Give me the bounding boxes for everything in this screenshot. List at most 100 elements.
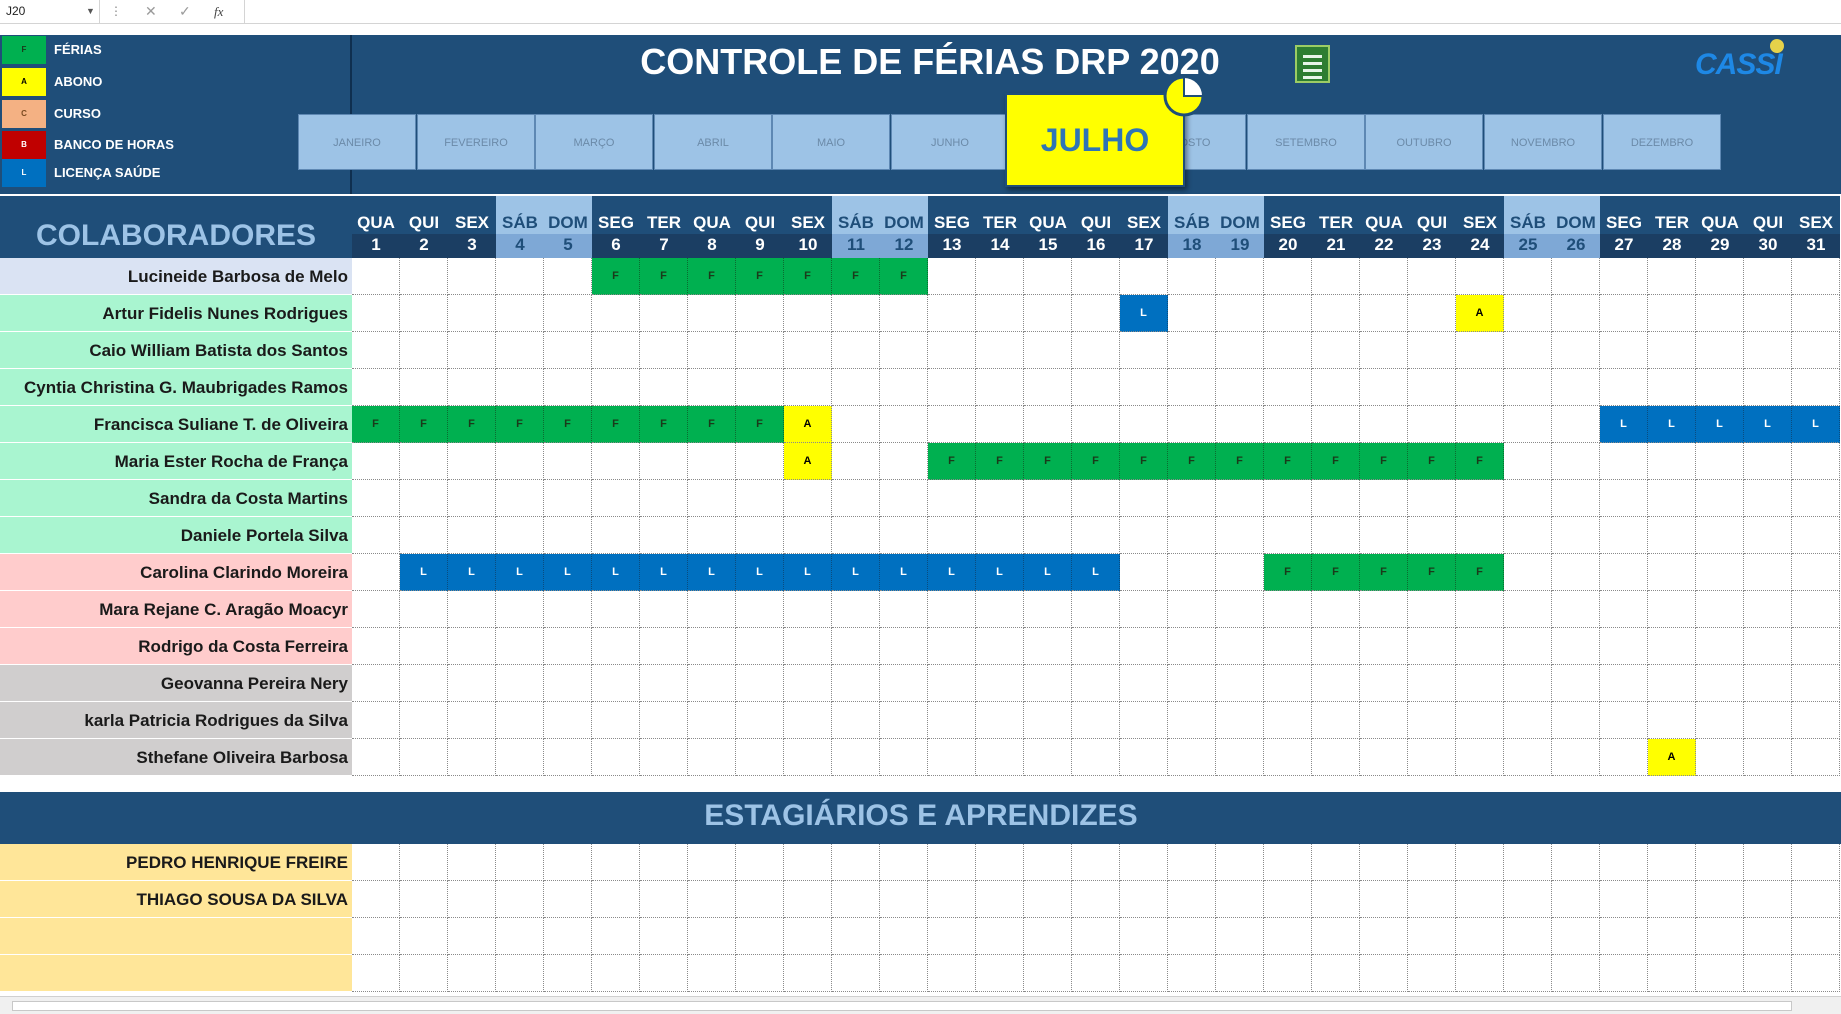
schedule-cell[interactable] xyxy=(352,554,400,591)
schedule-cell[interactable] xyxy=(448,443,496,480)
schedule-cell[interactable] xyxy=(1312,332,1360,369)
schedule-cell[interactable] xyxy=(1312,844,1360,881)
schedule-cell[interactable] xyxy=(1408,918,1456,955)
schedule-cell[interactable] xyxy=(688,332,736,369)
schedule-cell[interactable] xyxy=(1600,295,1648,332)
schedule-cell[interactable] xyxy=(1648,517,1696,554)
schedule-cell[interactable] xyxy=(1312,665,1360,702)
schedule-cell[interactable] xyxy=(1648,628,1696,665)
schedule-cell[interactable] xyxy=(1264,295,1312,332)
schedule-cell[interactable] xyxy=(1552,881,1600,918)
schedule-cell[interactable] xyxy=(1408,628,1456,665)
schedule-cell[interactable] xyxy=(640,443,688,480)
employee-name[interactable]: Mara Rejane C. Aragão Moacyr xyxy=(0,591,352,628)
schedule-cell[interactable] xyxy=(1504,628,1552,665)
schedule-cell[interactable]: L xyxy=(784,554,832,591)
schedule-cell[interactable] xyxy=(496,628,544,665)
schedule-cell[interactable]: A xyxy=(1456,295,1504,332)
schedule-cell[interactable]: L xyxy=(1696,406,1744,443)
schedule-cell[interactable] xyxy=(1264,480,1312,517)
schedule-cell[interactable] xyxy=(640,480,688,517)
schedule-cell[interactable] xyxy=(448,258,496,295)
schedule-cell[interactable] xyxy=(1792,918,1840,955)
schedule-cell[interactable] xyxy=(1504,258,1552,295)
schedule-cell[interactable] xyxy=(880,881,928,918)
schedule-cell[interactable] xyxy=(976,480,1024,517)
schedule-cell[interactable] xyxy=(544,332,592,369)
schedule-cell[interactable] xyxy=(1408,844,1456,881)
schedule-cell[interactable] xyxy=(1312,591,1360,628)
schedule-cell[interactable] xyxy=(688,702,736,739)
schedule-cell[interactable] xyxy=(1312,881,1360,918)
schedule-cell[interactable] xyxy=(1552,918,1600,955)
schedule-cell[interactable]: L xyxy=(592,554,640,591)
schedule-cell[interactable]: F xyxy=(1072,443,1120,480)
schedule-cell[interactable] xyxy=(1648,918,1696,955)
schedule-cell[interactable] xyxy=(448,628,496,665)
schedule-cell[interactable] xyxy=(1168,332,1216,369)
schedule-cell[interactable]: A xyxy=(784,443,832,480)
schedule-cell[interactable] xyxy=(928,332,976,369)
schedule-cell[interactable] xyxy=(1168,665,1216,702)
schedule-cell[interactable] xyxy=(880,406,928,443)
schedule-cell[interactable] xyxy=(1696,702,1744,739)
employee-name[interactable]: Sandra da Costa Martins xyxy=(0,480,352,517)
schedule-cell[interactable]: F xyxy=(1408,554,1456,591)
schedule-cell[interactable] xyxy=(1168,406,1216,443)
schedule-cell[interactable] xyxy=(1216,665,1264,702)
schedule-cell[interactable] xyxy=(688,480,736,517)
employee-name[interactable]: Maria Ester Rocha de França xyxy=(0,443,352,480)
schedule-cell[interactable] xyxy=(1312,406,1360,443)
schedule-cell[interactable] xyxy=(736,844,784,881)
schedule-cell[interactable] xyxy=(1696,332,1744,369)
schedule-cell[interactable] xyxy=(1408,406,1456,443)
schedule-cell[interactable] xyxy=(1120,517,1168,554)
schedule-cell[interactable] xyxy=(1696,554,1744,591)
schedule-cell[interactable] xyxy=(1408,881,1456,918)
schedule-cell[interactable] xyxy=(880,517,928,554)
schedule-cell[interactable] xyxy=(1216,369,1264,406)
employee-name[interactable]: Sthefane Oliveira Barbosa xyxy=(0,739,352,776)
schedule-cell[interactable]: L xyxy=(1648,406,1696,443)
schedule-cell[interactable] xyxy=(832,517,880,554)
selected-month-button[interactable]: JULHO xyxy=(1005,93,1185,187)
month-button-janeiro[interactable]: JANEIRO xyxy=(298,114,416,170)
schedule-cell[interactable] xyxy=(1744,702,1792,739)
schedule-cell[interactable] xyxy=(880,295,928,332)
schedule-cell[interactable] xyxy=(640,665,688,702)
schedule-cell[interactable] xyxy=(1024,517,1072,554)
schedule-cell[interactable] xyxy=(928,480,976,517)
schedule-cell[interactable] xyxy=(1648,702,1696,739)
schedule-cell[interactable] xyxy=(640,702,688,739)
schedule-cell[interactable] xyxy=(832,844,880,881)
schedule-cell[interactable] xyxy=(640,628,688,665)
schedule-cell[interactable] xyxy=(400,955,448,992)
schedule-cell[interactable] xyxy=(1264,258,1312,295)
schedule-cell[interactable] xyxy=(1504,844,1552,881)
schedule-cell[interactable] xyxy=(736,628,784,665)
schedule-cell[interactable] xyxy=(832,628,880,665)
schedule-cell[interactable] xyxy=(976,844,1024,881)
schedule-cell[interactable] xyxy=(1600,844,1648,881)
schedule-cell[interactable] xyxy=(928,258,976,295)
schedule-cell[interactable] xyxy=(928,739,976,776)
schedule-cell[interactable] xyxy=(1072,844,1120,881)
schedule-cell[interactable] xyxy=(1024,665,1072,702)
schedule-cell[interactable] xyxy=(736,517,784,554)
schedule-cell[interactable] xyxy=(640,332,688,369)
schedule-cell[interactable] xyxy=(1120,955,1168,992)
schedule-cell[interactable] xyxy=(400,702,448,739)
schedule-cell[interactable] xyxy=(976,406,1024,443)
schedule-cell[interactable] xyxy=(1120,591,1168,628)
schedule-cell[interactable] xyxy=(832,295,880,332)
schedule-cell[interactable] xyxy=(1552,369,1600,406)
schedule-cell[interactable] xyxy=(400,591,448,628)
schedule-cell[interactable] xyxy=(784,739,832,776)
schedule-cell[interactable] xyxy=(1792,295,1840,332)
schedule-cell[interactable] xyxy=(592,443,640,480)
schedule-cell[interactable] xyxy=(640,881,688,918)
schedule-cell[interactable] xyxy=(400,332,448,369)
schedule-cell[interactable] xyxy=(1696,591,1744,628)
schedule-cell[interactable] xyxy=(1504,918,1552,955)
schedule-cell[interactable] xyxy=(448,591,496,628)
